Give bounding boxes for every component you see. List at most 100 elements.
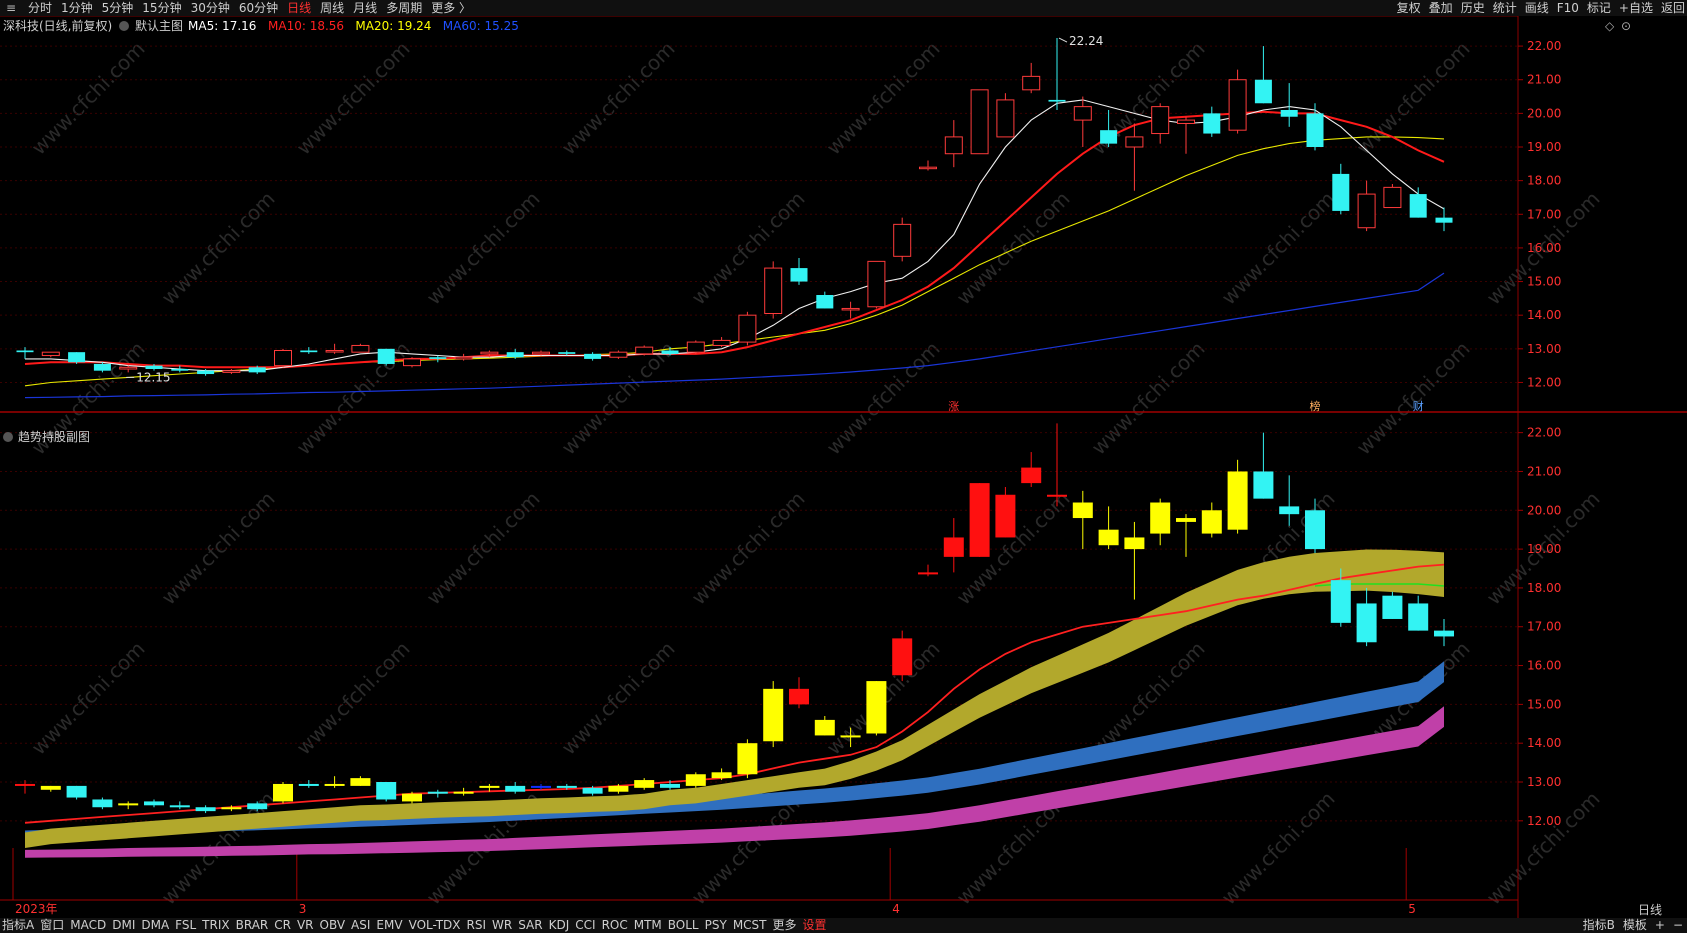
bb-control-0[interactable]: 指标B xyxy=(1583,918,1615,932)
tool-button-8[interactable]: 返回 xyxy=(1661,1,1685,15)
bb-indicator-tab-1[interactable]: 窗口 xyxy=(40,918,64,932)
period-tab-9[interactable]: 多周期 xyxy=(386,1,422,15)
x-axis-label: 2023年 xyxy=(15,902,58,916)
bb-indicator-tab-9[interactable]: VR xyxy=(297,918,314,932)
bb-indicator-tab-16[interactable]: SAR xyxy=(518,918,542,932)
bb-indicator-tab-12[interactable]: EMV xyxy=(376,918,402,932)
candle-body-up xyxy=(944,136,963,155)
bb-control-3[interactable]: − xyxy=(1673,918,1683,932)
bb-indicator-tab-7[interactable]: BRAR xyxy=(236,918,269,932)
bb-indicator-tab-10[interactable]: OBV xyxy=(320,918,346,932)
bb-indicator-tab-13[interactable]: VOL-TDX xyxy=(409,918,461,932)
bb-indicator-tab-17[interactable]: KDJ xyxy=(549,918,570,932)
bb-control-2[interactable]: + xyxy=(1655,918,1665,932)
sub-candle-body xyxy=(1227,471,1248,530)
bb-indicator-tab-4[interactable]: DMA xyxy=(141,918,169,932)
period-tab-2[interactable]: 5分钟 xyxy=(102,1,134,15)
period-tab-8[interactable]: 月线 xyxy=(353,1,377,15)
candle-body-up xyxy=(635,346,654,355)
sub-candle-body xyxy=(1408,603,1429,631)
sub-candle-body xyxy=(1356,603,1377,643)
tool-button-0[interactable]: 复权 xyxy=(1397,1,1421,15)
tool-button-6[interactable]: 标记 xyxy=(1587,1,1611,15)
candle-body-down xyxy=(197,370,215,375)
sub-candle-body xyxy=(1330,580,1351,623)
candle-body-down xyxy=(1280,110,1298,117)
bb-indicator-tab-21[interactable]: BOLL xyxy=(668,918,699,932)
tool-button-5[interactable]: F10 xyxy=(1557,1,1579,15)
period-tab-5[interactable]: 60分钟 xyxy=(239,1,278,15)
sub-candle-body xyxy=(1124,537,1145,550)
sub-candle-body xyxy=(221,807,242,810)
candle-body-up xyxy=(403,358,421,367)
tool-button-3[interactable]: 统计 xyxy=(1493,1,1517,15)
watermark-text: www.cfchi.com xyxy=(557,637,680,760)
bb-control-1[interactable]: 模板 xyxy=(1623,918,1647,932)
candle-body-up xyxy=(119,366,138,370)
chart-canvas[interactable]: www.cfchi.com www.cfchi.com www.cfchi.com w… xyxy=(0,16,1687,918)
bb-indicator-tab-11[interactable]: ASI xyxy=(351,918,370,932)
period-tabs: 分时 1分钟 5分钟 15分钟 30分钟 60分钟 日线 周线 月线 多周期 更多 〉 xyxy=(28,0,480,16)
tool-button-2[interactable]: 历史 xyxy=(1461,1,1485,15)
bb-indicator-tab-22[interactable]: PSY xyxy=(705,918,727,932)
bb-indicator-tab-15[interactable]: WR xyxy=(492,918,512,932)
sub-candle-body xyxy=(1021,467,1042,484)
sub-candle-body xyxy=(969,483,990,557)
main-y-tick-label: 14.00 xyxy=(1527,308,1561,322)
sub-y-tick-label: 17.00 xyxy=(1527,620,1561,634)
candle-body-up xyxy=(996,99,1015,138)
menu-icon[interactable]: ≡ xyxy=(6,0,16,16)
candle-body-up xyxy=(222,370,241,373)
sub-candle-body xyxy=(1305,510,1325,550)
main-y-tick-label: 15.00 xyxy=(1527,275,1561,289)
tool-buttons: 复权 叠加 历史 统计 画线 F10 标记 +自选 返回 xyxy=(1389,0,1685,16)
sub-candle-body xyxy=(195,807,216,812)
bb-indicator-tab-2[interactable]: MACD xyxy=(70,918,106,932)
period-tab-7[interactable]: 周线 xyxy=(320,1,344,15)
period-tab-4[interactable]: 30分钟 xyxy=(191,1,230,15)
candle-body-down xyxy=(1100,130,1118,144)
sub-candle-body xyxy=(40,785,61,790)
candle-body-up xyxy=(867,260,886,308)
sub-y-tick-label: 12.00 xyxy=(1527,814,1561,828)
period-tab-6[interactable]: 日线 xyxy=(287,1,311,15)
bb-indicator-tab-24[interactable]: 更多 xyxy=(773,918,797,932)
bb-indicator-tab-18[interactable]: CCI xyxy=(575,918,595,932)
bb-indicator-tab-25[interactable]: 设置 xyxy=(803,918,827,932)
candle-body-up xyxy=(738,314,757,343)
indicator-tabs: 指标A 窗口 MACD DMI DMA FSL TRIX BRAR CR VR OBV ASI EMV V… xyxy=(2,918,833,933)
bb-indicator-tab-3[interactable]: DMI xyxy=(112,918,135,932)
watermark-text: www.cfchi.com xyxy=(1352,337,1475,460)
bb-indicator-tab-14[interactable]: RSI xyxy=(467,918,487,932)
period-tab-10[interactable]: 更多 〉 xyxy=(431,1,471,15)
sub-candle-body xyxy=(169,805,190,808)
period-tab-0[interactable]: 分时 xyxy=(28,1,52,15)
bb-indicator-tab-5[interactable]: FSL xyxy=(175,918,196,932)
period-tab-1[interactable]: 1分钟 xyxy=(61,1,93,15)
candle-body-up xyxy=(970,89,989,155)
candle-body-up xyxy=(41,351,60,357)
main-y-tick-label: 19.00 xyxy=(1527,140,1561,154)
watermark-text: www.cfchi.com xyxy=(27,37,150,160)
candle-body-up xyxy=(532,351,550,355)
bb-indicator-tab-6[interactable]: TRIX xyxy=(202,918,229,932)
tool-button-7[interactable]: +自选 xyxy=(1619,1,1653,15)
candle-body-up xyxy=(1228,79,1247,131)
sub-candle-body xyxy=(608,785,629,792)
period-toolbar: ≡ 分时 1分钟 5分钟 15分钟 30分钟 60分钟 日线 周线 月线 多周期 更多 〉 复权 叠加… xyxy=(0,0,1687,16)
bb-indicator-tab-0[interactable]: 指标A xyxy=(2,918,34,932)
bb-indicator-tab-20[interactable]: MTM xyxy=(634,918,662,932)
main-y-tick-label: 21.00 xyxy=(1527,73,1561,87)
event-marker-0: 涨 xyxy=(948,400,959,413)
period-tab-3[interactable]: 15分钟 xyxy=(142,1,181,15)
main-y-tick-label: 18.00 xyxy=(1527,174,1561,188)
tool-button-1[interactable]: 叠加 xyxy=(1429,1,1453,15)
candle-body-up xyxy=(1151,106,1170,135)
bb-indicator-tab-19[interactable]: ROC xyxy=(602,918,628,932)
tool-button-4[interactable]: 画线 xyxy=(1525,1,1549,15)
bb-indicator-tab-23[interactable]: MCST xyxy=(733,918,767,932)
candle-body-down xyxy=(1203,113,1221,134)
template-dropdown-icon xyxy=(119,21,129,31)
bb-indicator-tab-8[interactable]: CR xyxy=(274,918,291,932)
sub-candle-body xyxy=(711,772,732,779)
